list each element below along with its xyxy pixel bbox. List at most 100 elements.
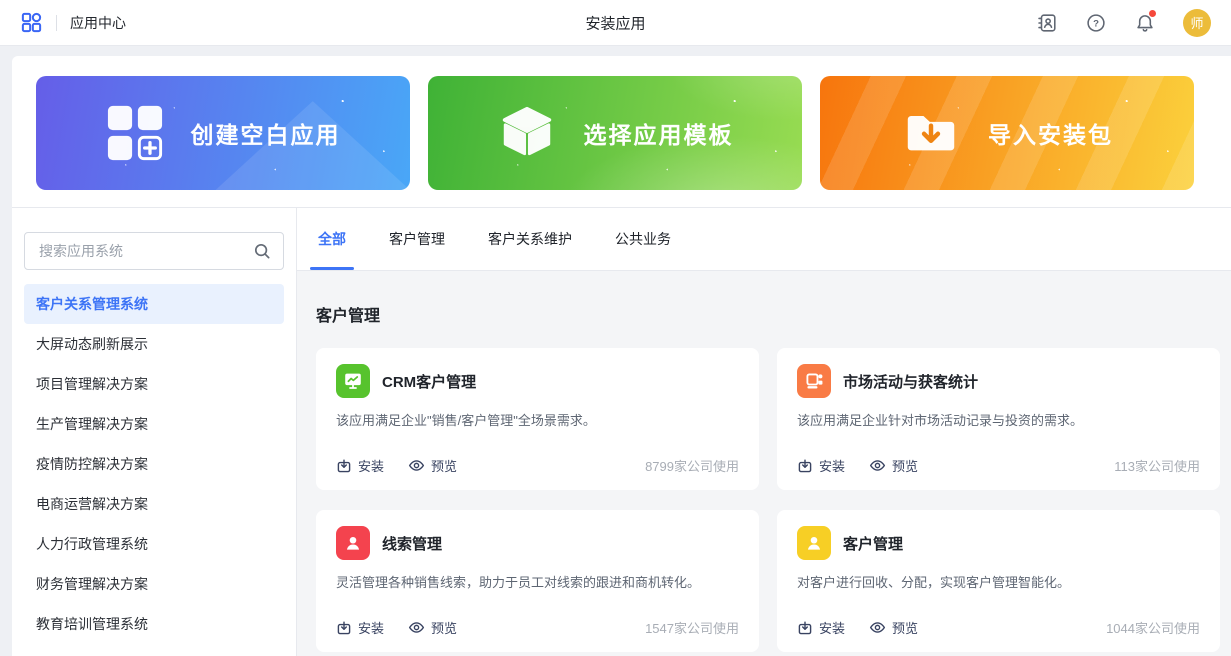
card-head: 市场活动与获客统计 [797,364,1200,398]
app-card-marketing: 市场活动与获客统计 该应用满足企业针对市场活动记录与投资的需求。 安装 [777,348,1220,490]
page-title: 安装应用 [585,12,645,33]
folder-download-icon [901,103,961,163]
preview-button[interactable]: 预览 [869,618,918,637]
header-divider [56,15,57,31]
person-icon [336,526,370,560]
notification-bell-icon[interactable] [1134,12,1156,34]
card-head: 线索管理 [336,526,739,560]
notification-badge-dot [1149,10,1156,17]
card-head: 客户管理 [797,526,1200,560]
header-left: 应用中心 [20,11,126,34]
content-area: 全部 客户管理 客户关系维护 公共业务 客户管理 [297,208,1231,656]
card-description: 灵活管理各种销售线索，助力于员工对线索的跟进和商机转化。 [336,573,739,593]
preview-button[interactable]: 预览 [408,618,457,637]
header-right: ? 师 [1036,9,1211,37]
preview-eye-icon [869,619,886,636]
sidebar: 客户关系管理系统 大屏动态刷新展示 项目管理解决方案 生产管理解决方案 疫情防控… [12,208,297,656]
sidebar-item-bigscreen[interactable]: 大屏动态刷新展示 [24,324,284,364]
install-label: 安装 [358,456,384,475]
user-avatar[interactable]: 师 [1183,9,1211,37]
search-icon[interactable] [253,242,271,260]
app-center-label: 应用中心 [70,13,126,33]
card-description: 该应用满足企业"销售/客户管理"全场景需求。 [336,411,739,431]
card-title: 市场活动与获客统计 [843,371,978,392]
help-icon[interactable]: ? [1085,12,1107,34]
banner-row: 创建空白应用 选择应用模板 导入安装包 [12,56,1231,206]
sidebar-item-epidemic[interactable]: 疫情防控解决方案 [24,444,284,484]
card-description: 对客户进行回收、分配，实现客户管理智能化。 [797,573,1200,593]
sidebar-item-education[interactable]: 教育培训管理系统 [24,604,284,644]
install-label: 安装 [819,618,845,637]
import-package-banner[interactable]: 导入安装包 [820,76,1194,190]
section-title: 客户管理 [316,302,1220,326]
sidebar-item-inventory[interactable]: 进销存管理系统 [24,644,284,656]
preview-eye-icon [869,457,886,474]
preview-label: 预览 [431,618,457,637]
contacts-book-icon[interactable] [1036,12,1058,34]
app-center-page: 应用中心 安装应用 ? [0,0,1231,656]
install-icon [797,620,813,636]
install-label: 安装 [358,618,384,637]
card-title: 客户管理 [843,533,903,554]
preview-eye-icon [408,619,425,636]
install-label: 安装 [819,456,845,475]
preview-button[interactable]: 预览 [408,456,457,475]
dashboard-icon [797,364,831,398]
sidebar-item-finance[interactable]: 财务管理解决方案 [24,564,284,604]
tab-all[interactable]: 全部 [318,208,346,270]
category-list: 客户关系管理系统 大屏动态刷新展示 项目管理解决方案 生产管理解决方案 疫情防控… [24,284,284,656]
app-card-crm: CRM客户管理 该应用满足企业"销售/客户管理"全场景需求。 安装 [316,348,759,490]
install-button[interactable]: 安装 [336,618,384,637]
sidebar-item-crm-system[interactable]: 客户关系管理系统 [24,284,284,324]
app-card-customer: 客户管理 对客户进行回收、分配，实现客户管理智能化。 安装 [777,510,1220,652]
preview-label: 预览 [892,456,918,475]
preview-eye-icon [408,457,425,474]
tab-bar: 全部 客户管理 客户关系维护 公共业务 [297,208,1231,271]
tab-customer-management[interactable]: 客户管理 [389,208,445,270]
sidebar-item-ecommerce[interactable]: 电商运营解决方案 [24,484,284,524]
preview-label: 预览 [431,456,457,475]
usage-count: 8799家公司使用 [645,456,739,475]
card-scroll-area[interactable]: 客户管理 [297,271,1231,656]
main-panel: 创建空白应用 选择应用模板 导入安装包 [12,56,1231,656]
card-title: CRM客户管理 [382,371,476,392]
banner-label: 导入安装包 [988,116,1113,150]
grid-plus-icon [106,104,164,162]
lower-section: 客户关系管理系统 大屏动态刷新展示 项目管理解决方案 生产管理解决方案 疫情防控… [12,207,1231,656]
apps-grid-icon[interactable] [20,11,43,34]
install-button[interactable]: 安装 [336,456,384,475]
install-icon [336,620,352,636]
usage-count: 1547家公司使用 [645,618,739,637]
choose-template-banner[interactable]: 选择应用模板 [428,76,802,190]
card-footer: 安装 预览 113家公司使用 [797,456,1200,475]
card-grid: CRM客户管理 该应用满足企业"销售/客户管理"全场景需求。 安装 [316,348,1220,652]
create-blank-app-banner[interactable]: 创建空白应用 [36,76,410,190]
app-card-leads: 线索管理 灵活管理各种销售线索，助力于员工对线索的跟进和商机转化。 安装 [316,510,759,652]
card-footer: 安装 预览 1044家公司使用 [797,618,1200,637]
usage-count: 113家公司使用 [1114,456,1200,475]
card-footer: 安装 预览 8799家公司使用 [336,456,739,475]
card-description: 该应用满足企业针对市场活动记录与投资的需求。 [797,411,1200,431]
search-input[interactable] [37,242,253,260]
card-head: CRM客户管理 [336,364,739,398]
person-icon [797,526,831,560]
sidebar-item-hr[interactable]: 人力行政管理系统 [24,524,284,564]
banner-label: 选择应用模板 [584,116,734,150]
sidebar-item-production[interactable]: 生产管理解决方案 [24,404,284,444]
sidebar-item-project[interactable]: 项目管理解决方案 [24,364,284,404]
install-button[interactable]: 安装 [797,456,845,475]
install-button[interactable]: 安装 [797,618,845,637]
tab-customer-relations[interactable]: 客户关系维护 [488,208,572,270]
monitor-chart-icon [336,364,370,398]
svg-text:?: ? [1093,18,1099,29]
banner-label: 创建空白应用 [191,116,341,150]
card-title: 线索管理 [382,533,442,554]
preview-button[interactable]: 预览 [869,456,918,475]
search-box [24,232,284,270]
top-header: 应用中心 安装应用 ? [0,0,1231,46]
card-footer: 安装 预览 1547家公司使用 [336,618,739,637]
install-icon [336,458,352,474]
install-icon [797,458,813,474]
usage-count: 1044家公司使用 [1106,618,1200,637]
tab-public-business[interactable]: 公共业务 [615,208,671,270]
